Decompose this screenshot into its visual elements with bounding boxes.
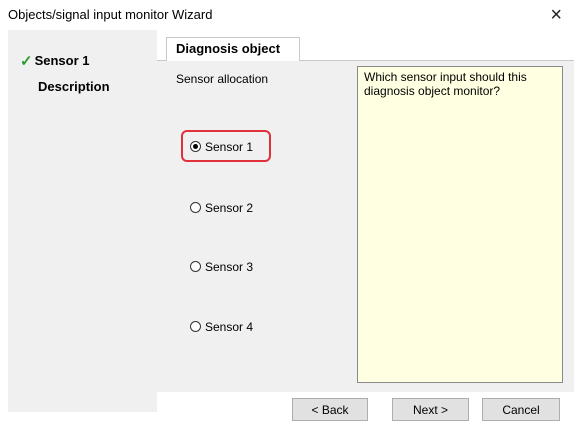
radio-label: Sensor 3 [205,259,254,274]
step-sensor-1: ✓ Sensor 1 [20,51,90,70]
radio-checked-icon[interactable] [190,141,201,153]
radio-label: Sensor 4 [205,319,254,334]
help-text-box: Which sensor input should this diagnosis… [357,66,563,383]
radio-sensor-1[interactable]: Sensor 1 [190,139,253,154]
window-title: Objects/signal input monitor Wizard [8,7,213,22]
sensor-allocation-label: Sensor allocation [176,72,269,86]
radio-sensor-2[interactable]: Sensor 2 [190,200,253,215]
close-icon[interactable]: × [550,3,562,27]
step-description: Description [38,79,110,94]
radio-sensor-3[interactable]: Sensor 3 [190,259,253,274]
step-label: Description [38,79,110,94]
tab-diagnosis-object[interactable]: Diagnosis object [166,37,300,61]
title-bar: Objects/signal input monitor Wizard × [0,0,574,30]
radio-sensor-4[interactable]: Sensor 4 [190,319,253,334]
radio-unchecked-icon[interactable] [190,202,201,214]
radio-unchecked-icon[interactable] [190,321,201,333]
checkmark-icon: ✓ [20,53,33,70]
back-button[interactable]: < Back [292,398,368,421]
cancel-button[interactable]: Cancel [482,398,560,421]
tab-label: Diagnosis object [176,41,281,56]
radio-unchecked-icon[interactable] [190,261,201,273]
next-button[interactable]: Next > [392,398,469,421]
step-label: Sensor 1 [34,53,90,68]
radio-label: Sensor 1 [205,139,254,154]
radio-label: Sensor 2 [205,200,254,215]
